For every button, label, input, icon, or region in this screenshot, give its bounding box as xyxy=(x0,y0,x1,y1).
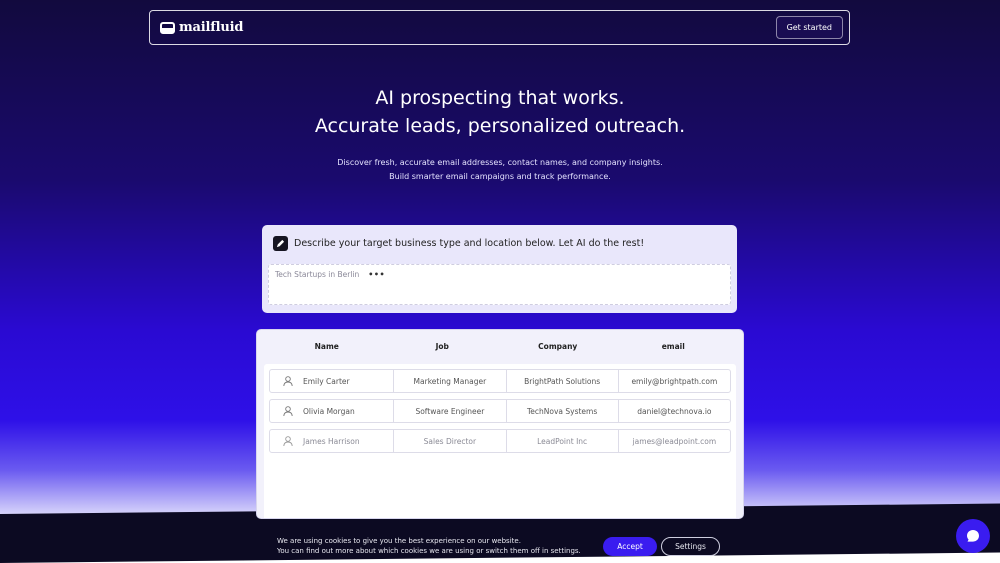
hero-title: AI prospecting that works. Accurate lead… xyxy=(0,84,1000,140)
person-icon xyxy=(283,376,293,387)
column-header-email: email xyxy=(661,342,685,351)
lead-name: James Harrison xyxy=(303,436,360,446)
hero-title-line-2: Accurate leads, personalized outreach. xyxy=(314,115,686,137)
prompt-card: Describe your target business type and l… xyxy=(262,225,737,313)
person-icon xyxy=(283,436,293,447)
cell-name: Emily Carter xyxy=(270,370,395,392)
brand-name: mailfluid xyxy=(179,20,244,35)
prompt-label: Describe your target business type and l… xyxy=(294,238,645,249)
prompt-input-value: Tech Startups in Berlin xyxy=(275,270,360,279)
hero-title-line-1: AI prospecting that works. xyxy=(375,87,625,109)
cell-job: Software Engineer xyxy=(394,400,507,422)
cell-name: James Harrison xyxy=(270,430,395,452)
hero-subtitle-line-2: Build smarter email campaigns and track … xyxy=(389,172,611,181)
column-header-name: Name xyxy=(314,342,339,351)
cell-email: james@leadpoint.com xyxy=(632,436,717,446)
cookie-settings-button[interactable]: Settings xyxy=(661,537,720,556)
person-icon xyxy=(283,406,293,417)
cell-email: emily@brightpath.com xyxy=(631,376,718,386)
hero-subtitle-line-1: Discover fresh, accurate email addresses… xyxy=(337,158,663,167)
cookie-notice-line-1: We are using cookies to give you the bes… xyxy=(277,537,521,545)
lead-name: Olivia Morgan xyxy=(303,406,355,416)
pencil-icon xyxy=(273,236,288,251)
table-body: Emily Carter Marketing Manager BrightPat… xyxy=(264,364,736,518)
hero-subtitle: Discover fresh, accurate email addresses… xyxy=(0,156,1000,184)
accept-cookies-button[interactable]: Accept xyxy=(603,537,657,556)
typing-indicator: ••• xyxy=(368,270,386,279)
leads-table: Name Job Company email Emily Carter Mark… xyxy=(256,329,744,519)
cell-email: daniel@technova.io xyxy=(637,406,712,416)
cell-company: BrightPath Solutions xyxy=(507,370,619,392)
column-header-company: Company xyxy=(538,342,578,351)
table-row[interactable]: Emily Carter Marketing Manager BrightPat… xyxy=(269,369,731,393)
mailbox-icon xyxy=(160,21,175,34)
table-row[interactable]: Olivia Morgan Software Engineer TechNova… xyxy=(269,399,731,423)
brand-logo[interactable]: mailfluid xyxy=(160,20,243,35)
top-navbar: mailfluid Get started xyxy=(149,10,850,45)
cookie-notice: We are using cookies to give you the bes… xyxy=(277,537,581,556)
business-prompt-input[interactable]: Tech Startups in Berlin ••• xyxy=(268,264,731,305)
cell-company: TechNova Systems xyxy=(507,400,619,422)
chat-bubble-icon xyxy=(967,530,979,542)
prompt-header: Describe your target business type and l… xyxy=(268,235,731,252)
table-header: Name Job Company email xyxy=(257,330,743,363)
get-started-button[interactable]: Get started xyxy=(775,16,843,39)
cookie-notice-line-2: You can find out more about which cookie… xyxy=(277,546,581,555)
cell-job: Marketing Manager xyxy=(394,370,507,392)
lead-name: Emily Carter xyxy=(303,376,350,386)
chat-widget-button[interactable] xyxy=(956,519,990,553)
table-row[interactable]: James Harrison Sales Director LeadPoint … xyxy=(269,429,731,453)
cell-job: Sales Director xyxy=(394,430,507,452)
cell-company: LeadPoint Inc xyxy=(507,430,619,452)
cell-name: Olivia Morgan xyxy=(270,400,395,422)
column-header-job: Job xyxy=(435,342,449,351)
